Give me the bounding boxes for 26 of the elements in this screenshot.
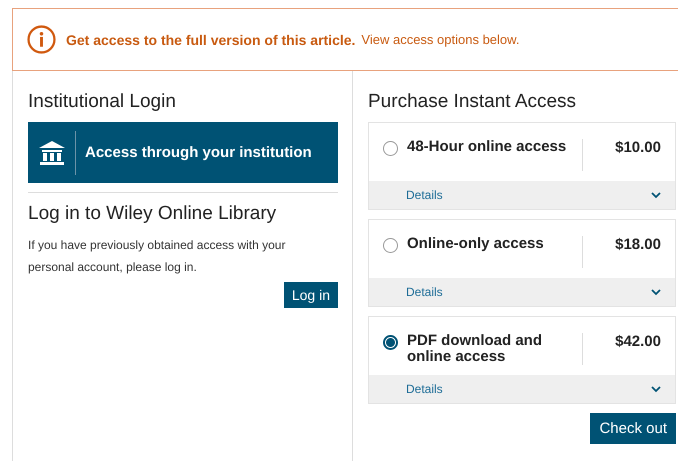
chevron-down-icon [651, 288, 661, 296]
building-icon [38, 140, 66, 166]
institution-access-button[interactable]: Access through your institution [28, 122, 338, 183]
notice-text: View access options below. [361, 32, 520, 47]
details-toggle[interactable]: Details [369, 375, 675, 403]
chevron-down-icon [651, 192, 661, 198]
radio-button[interactable] [383, 238, 398, 253]
radio-button[interactable] [383, 335, 398, 350]
section-title: Log in to Wiley Online Library [28, 203, 278, 225]
section-title: Purchase Instant Access [368, 91, 578, 113]
radio-button[interactable] [383, 141, 398, 156]
option-price: $42.00 [615, 333, 661, 350]
checkout-button[interactable]: Check out [590, 413, 676, 444]
option-price: $10.00 [615, 139, 661, 156]
login-button[interactable]: Log in [284, 282, 338, 308]
option-price: $18.00 [615, 236, 661, 253]
chevron-down-icon [651, 386, 661, 392]
option-label: PDF download and online access [407, 333, 543, 365]
option-label: Online-only access [407, 236, 545, 252]
details-toggle[interactable]: Details [369, 278, 675, 306]
option-label: 48-Hour online access [407, 139, 568, 155]
section-title: Institutional Login [28, 91, 177, 113]
login-description: If you have previously obtained access with your personal account, please log in. [28, 237, 286, 276]
details-toggle[interactable]: Details [369, 181, 675, 209]
notice-headline: Get access to the full version of this article. [66, 32, 356, 48]
info-icon [27, 25, 56, 54]
